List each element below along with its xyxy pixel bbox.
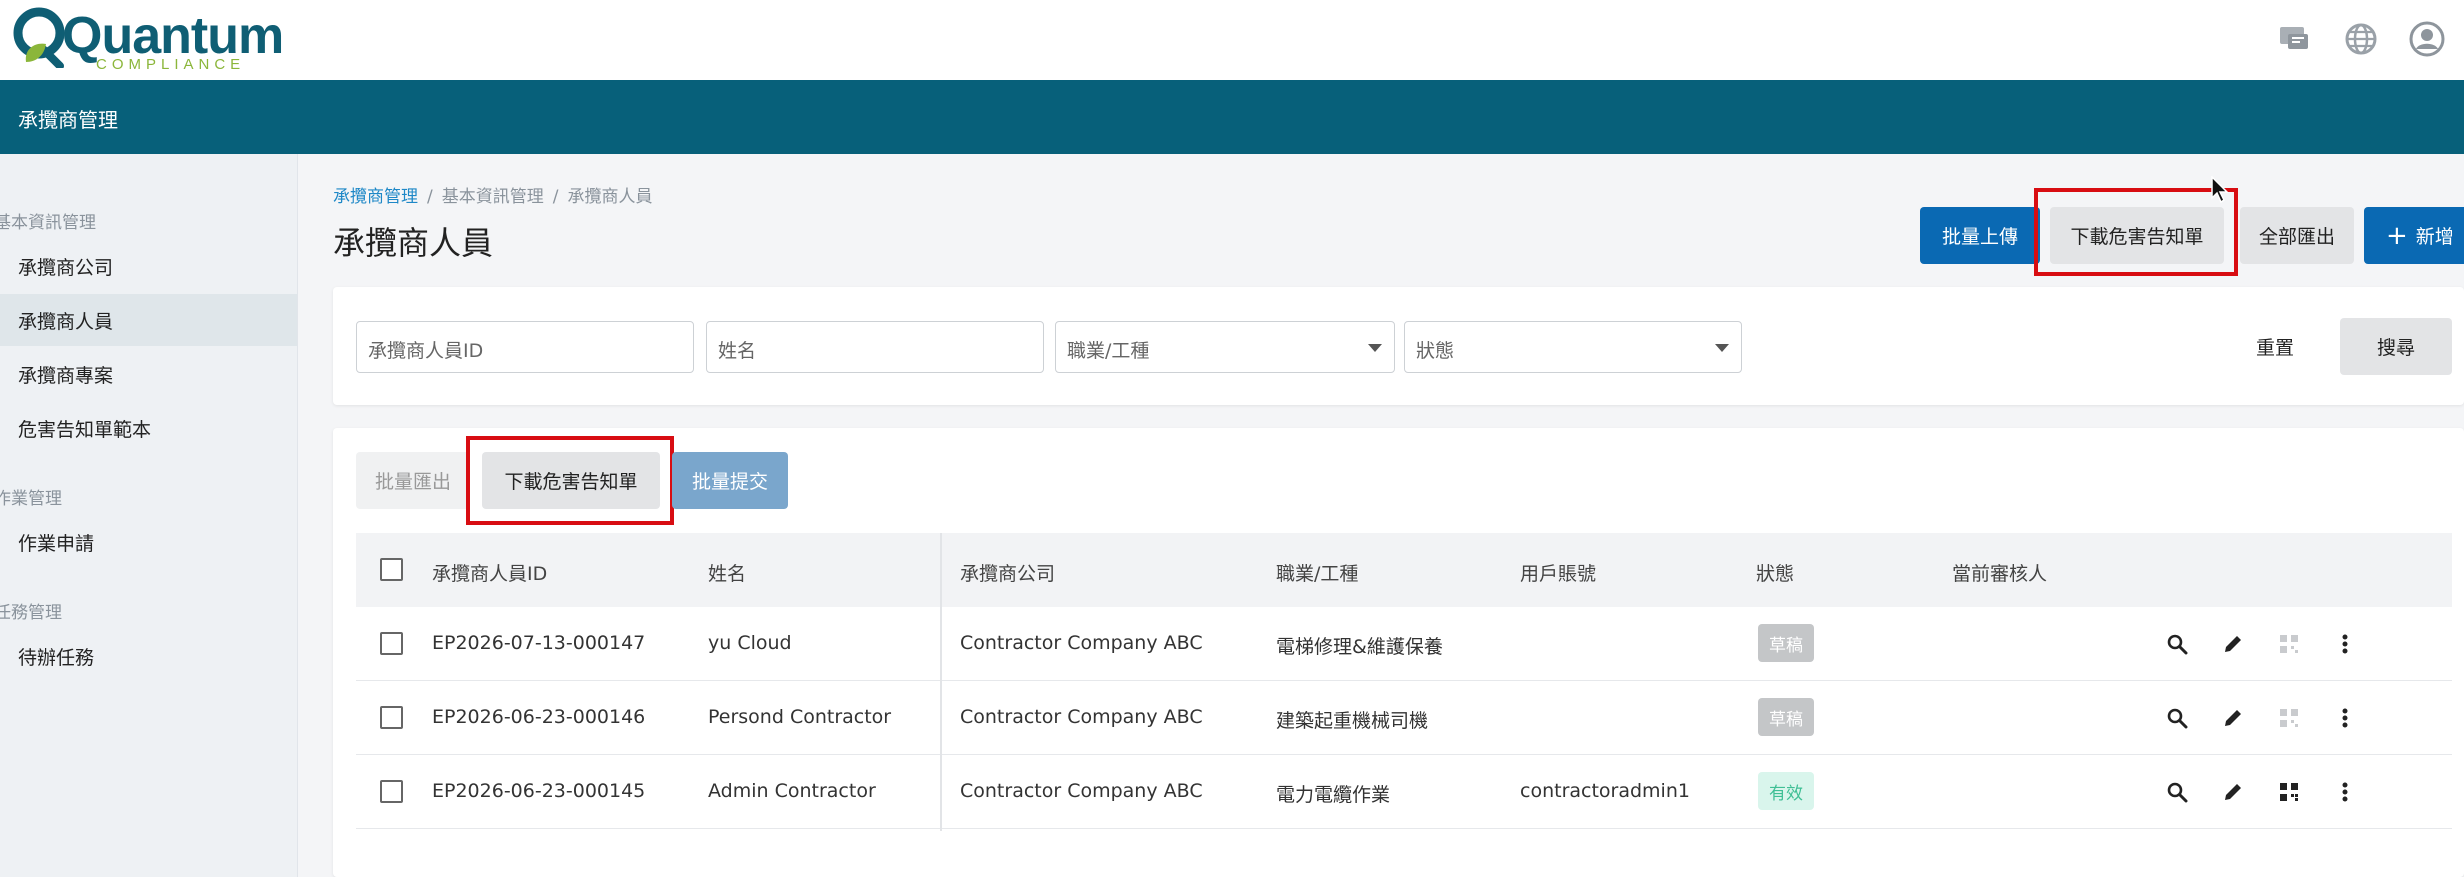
logo-q-leaf-icon xyxy=(13,7,65,68)
add-new-button[interactable]: + 新增 xyxy=(2364,207,2464,264)
column-header-status[interactable]: 狀態 xyxy=(1756,559,1794,586)
cell-id: EP2026-06-23-000146 xyxy=(432,706,646,728)
status-badge: 草稿 xyxy=(1758,698,1814,736)
breadcrumb-separator: / xyxy=(552,187,559,207)
name-input[interactable]: 姓名 xyxy=(706,321,1044,373)
add-new-label: 新增 xyxy=(2415,226,2454,248)
chevron-down-icon xyxy=(1715,344,1729,352)
cell-job: 建築起重機械司機 xyxy=(1276,710,1429,732)
mouse-cursor-icon xyxy=(2211,176,2229,204)
column-header-account[interactable]: 用戶賬號 xyxy=(1520,559,1596,586)
column-header-company[interactable]: 承攬商公司 xyxy=(960,559,1055,586)
highlight-box xyxy=(2034,188,2238,276)
more-options-icon[interactable] xyxy=(2330,629,2360,659)
batch-export-button[interactable]: 批量匯出 xyxy=(356,452,470,509)
sidebar-item-work-application[interactable]: 作業申請 xyxy=(0,516,297,568)
status-badge: 有效 xyxy=(1758,772,1814,810)
sidebar: 基本資訊管理 承攬商公司 承攬商人員 承攬商專案 危害告知單範本 作業管理 作業… xyxy=(0,154,298,877)
account-icon[interactable] xyxy=(2406,18,2448,60)
edit-pencil-icon[interactable] xyxy=(2218,629,2248,659)
reset-button[interactable]: 重置 xyxy=(2240,318,2310,375)
highlight-box xyxy=(466,436,674,525)
qr-code-icon xyxy=(2274,629,2304,659)
personnel-id-input[interactable]: 承攬商人員ID xyxy=(356,321,694,373)
module-title: 承攬商管理 xyxy=(18,108,118,132)
batch-upload-button[interactable]: 批量上傳 xyxy=(1920,207,2040,264)
row-checkbox[interactable] xyxy=(380,706,403,729)
column-header-job[interactable]: 職業/工種 xyxy=(1276,559,1358,586)
status-badge: 草稿 xyxy=(1758,624,1814,662)
sidebar-group-operations: 作業管理 xyxy=(0,489,62,509)
sidebar-item-hazard-notice-template[interactable]: 危害告知單範本 xyxy=(0,402,297,454)
sidebar-item-contractor-company[interactable]: 承攬商公司 xyxy=(0,240,297,292)
job-type-select[interactable]: 職業/工種 xyxy=(1055,321,1395,373)
qr-code-icon[interactable] xyxy=(2274,777,2304,807)
globe-icon[interactable] xyxy=(2340,18,2382,60)
table-row[interactable]: EP2026-06-23-000146 Persond Contractor C… xyxy=(356,681,2452,755)
view-search-icon[interactable] xyxy=(2162,777,2192,807)
more-options-icon[interactable] xyxy=(2330,703,2360,733)
sidebar-item-contractor-personnel[interactable]: 承攬商人員 xyxy=(0,294,297,346)
cell-company: Contractor Company ABC xyxy=(960,632,1203,654)
batch-submit-button[interactable]: 批量提交 xyxy=(672,452,788,509)
quantum-compliance-logo[interactable]: Quantum COMPLIANCE xyxy=(12,4,284,76)
logo-subtitle: COMPLIANCE xyxy=(96,56,246,73)
sidebar-item-contractor-project[interactable]: 承攬商專案 xyxy=(0,348,297,400)
status-select[interactable]: 狀態 xyxy=(1404,321,1742,373)
breadcrumb-contractor-management[interactable]: 承攬商管理 xyxy=(333,187,418,207)
table-row[interactable]: EP2026-06-23-000145 Admin Contractor Con… xyxy=(356,755,2452,829)
cell-job: 電力電纜作業 xyxy=(1276,784,1391,806)
table-row[interactable]: EP2026-07-13-000147 yu Cloud Contractor … xyxy=(356,607,2452,681)
column-divider xyxy=(940,533,942,831)
page-title: 承攬商人員 xyxy=(333,224,494,262)
breadcrumb-current: 承攬商人員 xyxy=(567,187,653,207)
top-header: Quantum COMPLIANCE xyxy=(0,0,2464,80)
chevron-down-icon xyxy=(1368,344,1382,352)
search-button[interactable]: 搜尋 xyxy=(2340,318,2452,375)
more-options-icon[interactable] xyxy=(2330,777,2360,807)
select-all-checkbox[interactable] xyxy=(380,558,403,581)
plus-icon: + xyxy=(2386,220,2408,251)
column-header-reviewer[interactable]: 當前審核人 xyxy=(1952,559,2047,586)
sidebar-group-basic-info: 基本資訊管理 xyxy=(0,213,96,233)
cell-id: EP2026-06-23-000145 xyxy=(432,780,646,802)
breadcrumb: 承攬商管理 / 基本資訊管理 / 承攬商人員 xyxy=(333,182,652,207)
qr-code-icon xyxy=(2274,703,2304,733)
view-search-icon[interactable] xyxy=(2162,703,2192,733)
breadcrumb-basic-info: 基本資訊管理 xyxy=(441,187,544,207)
view-search-icon[interactable] xyxy=(2162,629,2192,659)
cell-company: Contractor Company ABC xyxy=(960,780,1203,802)
row-checkbox[interactable] xyxy=(380,780,403,803)
module-bar: 承攬商管理 xyxy=(0,80,2464,154)
cell-name: Admin Contractor xyxy=(708,780,876,802)
sidebar-item-todo-tasks[interactable]: 待辦任務 xyxy=(0,630,297,682)
cell-id: EP2026-07-13-000147 xyxy=(432,632,646,654)
table-header: 承攬商人員ID 姓名 承攬商公司 職業/工種 用戶賬號 狀態 當前審核人 xyxy=(356,533,2452,607)
message-icon[interactable] xyxy=(2273,18,2315,60)
cell-name: Persond Contractor xyxy=(708,706,892,728)
edit-pencil-icon[interactable] xyxy=(2218,703,2248,733)
cell-account: contractoradmin1 xyxy=(1520,780,1690,802)
edit-pencil-icon[interactable] xyxy=(2218,777,2248,807)
cell-name: yu Cloud xyxy=(708,632,792,654)
cell-company: Contractor Company ABC xyxy=(960,706,1203,728)
column-header-name[interactable]: 姓名 xyxy=(708,559,746,586)
breadcrumb-separator: / xyxy=(427,187,433,207)
row-checkbox[interactable] xyxy=(380,632,403,655)
column-header-id[interactable]: 承攬商人員ID xyxy=(432,559,547,586)
sidebar-group-tasks: 任務管理 xyxy=(0,603,62,623)
cell-job: 電梯修理&維護保養 xyxy=(1276,636,1443,658)
export-all-button[interactable]: 全部匯出 xyxy=(2240,207,2354,264)
